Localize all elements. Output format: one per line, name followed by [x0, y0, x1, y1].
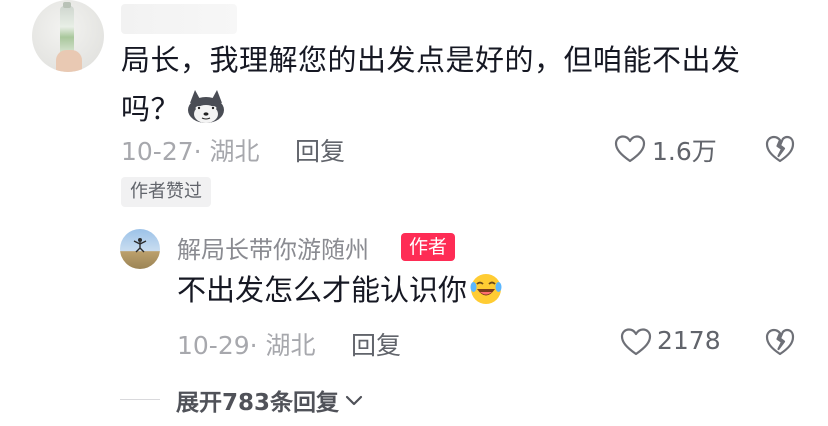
reply-text: 不出发怎么才能认识你: [177, 270, 503, 310]
heart-outline-icon[interactable]: [614, 134, 646, 164]
author-tag-badge: 作者: [401, 233, 456, 261]
author-liked-badge: 作者赞过: [121, 177, 211, 207]
comment-text: 局长，我理解您的出发点是好的，但咱能不出发 吗？: [121, 36, 781, 134]
reply-text-content: 不出发怎么才能认识你: [177, 273, 468, 307]
avatar-bottle-cap: [63, 2, 71, 8]
heart-outline-icon[interactable]: [620, 327, 652, 357]
dislike-broken-heart-icon[interactable]: [765, 134, 795, 164]
reply-like-count: 2178: [657, 326, 721, 355]
expand-replies-button[interactable]: 展开783条回复: [176, 383, 365, 417]
reply-avatar[interactable]: [120, 229, 160, 269]
comment-text-line2: 吗？: [121, 92, 181, 126]
commenter-avatar[interactable]: [32, 0, 104, 72]
expand-replies-label: 展开783条回复: [176, 390, 340, 416]
reply-reply-button[interactable]: 回复: [351, 326, 401, 362]
commenter-username-redacted[interactable]: [121, 4, 237, 34]
avatar-hand-shape: [56, 50, 82, 72]
laughing-crying-emoji-icon: [470, 274, 502, 304]
reply-date-location: 10-29· 湖北: [177, 331, 316, 360]
reply-username[interactable]: 解局长带你游随州: [177, 230, 369, 265]
husky-emoji-icon: [188, 90, 225, 123]
comment-reply-button[interactable]: 回复: [295, 132, 345, 168]
avatar-jumping-person-icon: [133, 238, 147, 253]
chevron-down-icon: [345, 395, 363, 406]
expand-divider-line: [120, 399, 160, 400]
dislike-broken-heart-icon[interactable]: [765, 327, 795, 357]
comment-text-line1: 局长，我理解您的出发点是好的，但咱能不出发: [121, 43, 741, 77]
comment-date-location: 10-27· 湖北: [121, 137, 260, 166]
comment-like-count: 1.6万: [652, 137, 717, 166]
